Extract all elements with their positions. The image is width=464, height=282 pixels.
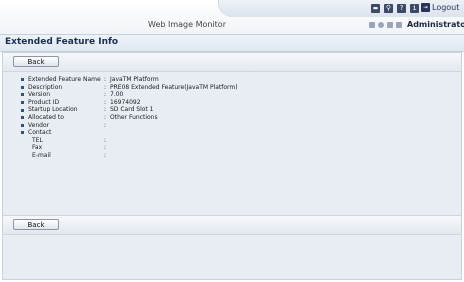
content-panel: Back Extended Feature Name : JavaTM Plat… <box>2 52 462 280</box>
detail-label: Product ID <box>28 98 60 106</box>
detail-label: Vendor <box>28 121 50 129</box>
top-header: Web Image Monitor ▬ ⚲ ? i ⇥ Logout Admin… <box>0 0 464 34</box>
info-icon[interactable]: i <box>410 4 419 13</box>
detail-row: Description : PRE08 Extended Feature(Jav… <box>21 84 238 92</box>
back-button-top[interactable]: Back <box>13 56 59 67</box>
detail-row: Allocated to : Other Functions <box>21 114 238 122</box>
detail-label: Startup Location <box>28 106 78 114</box>
feature-details: Extended Feature Name : JavaTM Platform … <box>21 76 238 160</box>
header-icon-row: ▬ ⚲ ? i <box>371 4 419 13</box>
detail-label: Allocated to <box>28 113 64 121</box>
bullet-icon <box>21 123 24 127</box>
device-icon <box>396 21 402 28</box>
fax-label: Fax <box>32 144 43 152</box>
title-bar: Extended Feature Info <box>0 34 464 52</box>
detail-value: PRE08 Extended Feature(JavaTM Platform) <box>110 83 238 91</box>
detail-label: Description <box>28 83 63 91</box>
page-title: Extended Feature Info <box>5 37 119 47</box>
contact-row: Contact <box>21 129 238 137</box>
detail-value: 16974092 <box>110 98 141 106</box>
user-area: Administrator <box>369 20 464 29</box>
detail-value: JavaTM Platform <box>110 76 159 83</box>
bullet-icon <box>21 108 24 112</box>
detail-row: Version : 7.00 <box>21 91 238 99</box>
help-icon[interactable]: ? <box>397 4 406 13</box>
bullet-icon <box>21 78 24 82</box>
detail-value: SD Card Slot 1 <box>110 106 154 114</box>
back-button-bottom[interactable]: Back <box>13 219 59 230</box>
detail-row: Extended Feature Name : JavaTM Platform <box>21 76 238 84</box>
contact-tel-row: TEL : <box>21 137 238 145</box>
search-icon[interactable]: ⚲ <box>384 4 393 13</box>
contact-fax-row: Fax : <box>21 144 238 152</box>
top-button-strip: Back <box>3 53 461 72</box>
detail-value: Other Functions <box>110 113 158 121</box>
bullet-icon <box>21 131 24 135</box>
logout-icon: ⇥ <box>421 3 430 12</box>
keyboard-icon[interactable]: ▬ <box>371 4 380 13</box>
contact-email-row: E-mail : <box>21 152 238 160</box>
network-icon <box>378 21 384 28</box>
contact-label: Contact <box>28 129 52 137</box>
logout-button[interactable]: ⇥ Logout <box>421 3 459 12</box>
detail-row: Startup Location : SD Card Slot 1 <box>21 106 238 114</box>
detail-label: Extended Feature Name <box>28 76 101 83</box>
detail-label: Version <box>28 91 51 99</box>
bullet-icon <box>21 93 24 97</box>
user-name: Administrator <box>407 20 464 29</box>
detail-value: 7.00 <box>110 91 124 99</box>
bullet-icon <box>21 85 24 89</box>
bottom-button-strip: Back <box>3 215 461 235</box>
logout-label: Logout <box>432 3 460 12</box>
email-label: E-mail <box>32 151 51 159</box>
tel-label: TEL <box>32 136 43 144</box>
user-icon <box>369 21 375 28</box>
detail-row: Vendor : <box>21 122 238 130</box>
status-icon <box>387 21 393 28</box>
app-title: Web Image Monitor <box>148 20 226 29</box>
bullet-icon <box>21 116 24 120</box>
detail-row: Product ID : 16974092 <box>21 99 238 107</box>
bullet-icon <box>21 101 24 105</box>
